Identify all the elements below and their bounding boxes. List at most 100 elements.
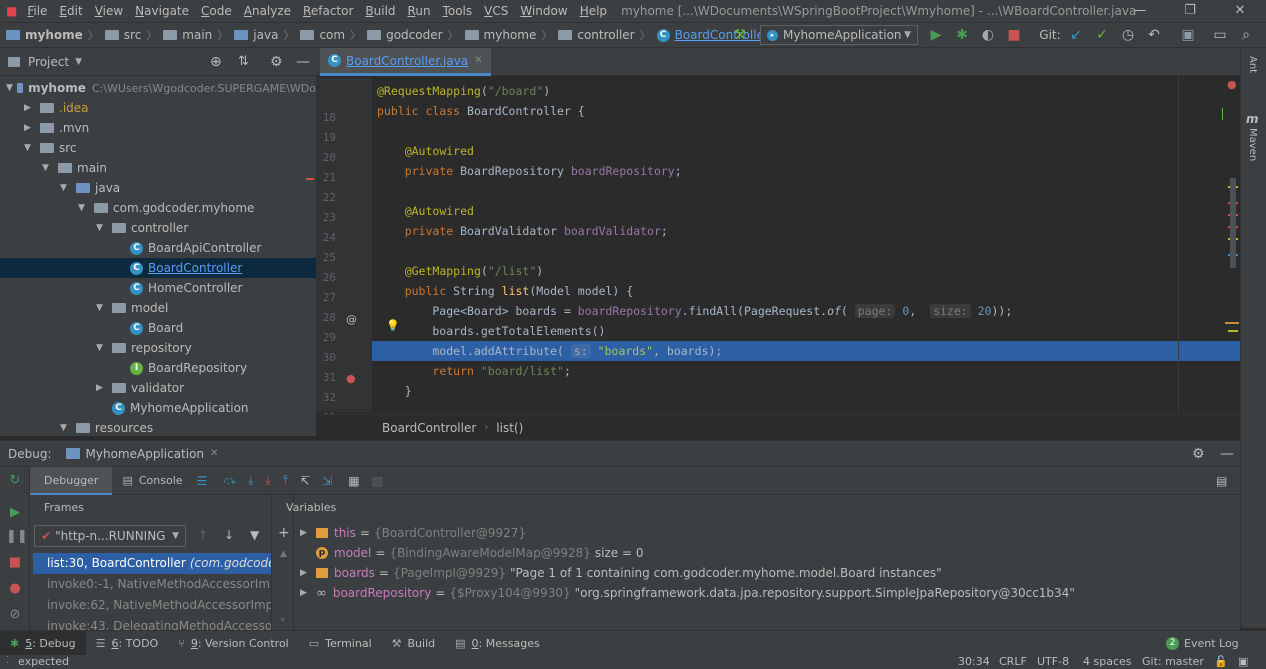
search-icon[interactable]: ⌕: [1236, 25, 1256, 45]
step-into-icon[interactable]: ⤓: [248, 473, 253, 488]
evaluate-expression-icon[interactable]: ▦: [348, 474, 359, 488]
variable-row[interactable]: ▶ boards = {PageImpl@9929} "Page 1 of 1 cont…: [300, 563, 942, 583]
code-line[interactable]: @Autowired: [377, 201, 474, 221]
maven-tool[interactable]: Maven: [1247, 128, 1258, 161]
collapsed-arrow-icon[interactable]: ▶: [96, 383, 108, 393]
hide-panel-icon[interactable]: —: [1220, 446, 1234, 462]
git-commit-icon[interactable]: ✓: [1092, 25, 1112, 45]
code-line[interactable]: Page<Board> boards = boardRepository.fin…: [377, 301, 1012, 321]
tool-window-button[interactable]: ✱ 5: Debug: [0, 630, 86, 656]
tree-node[interactable]: ▶ .mvn: [0, 118, 316, 138]
step-over-icon[interactable]: ⤼: [223, 473, 236, 488]
rerun-icon[interactable]: ↻: [6, 473, 24, 488]
collapsed-arrow-icon[interactable]: ▶: [24, 103, 36, 113]
tree-node[interactable]: C BoardApiController: [0, 238, 316, 258]
code-line[interactable]: model.addAttribute( s: "boards", boards)…: [377, 341, 722, 361]
tree-node[interactable]: ▼ model: [0, 298, 316, 318]
breadcrumb-class[interactable]: BoardController: [382, 421, 476, 435]
build-hammer-icon[interactable]: ⚒: [730, 25, 750, 45]
presentation-icon[interactable]: ▭: [1210, 25, 1230, 45]
menu-vcs[interactable]: VCS: [478, 0, 514, 22]
error-stripe[interactable]: ●: [1222, 78, 1240, 368]
tree-node[interactable]: ▼ repository: [0, 338, 316, 358]
lock-icon[interactable]: 🔓: [1214, 655, 1228, 668]
git-update-icon[interactable]: ↙: [1066, 25, 1086, 45]
expanded-arrow-icon[interactable]: ▼: [24, 143, 36, 153]
menu-file[interactable]: File: [21, 0, 53, 22]
thread-select[interactable]: ✔ "http-n...RUNNING ▼: [34, 525, 186, 547]
expand-arrow-icon[interactable]: ▶: [300, 528, 316, 538]
coverage-icon[interactable]: ◐: [978, 25, 998, 45]
tree-node[interactable]: C Board: [0, 318, 316, 338]
code-line[interactable]: }: [377, 381, 412, 401]
tree-node[interactable]: C HomeController: [0, 278, 316, 298]
filter-icon[interactable]: ▼: [250, 528, 259, 542]
expand-arrow-icon[interactable]: ▶: [300, 588, 316, 598]
breadcrumb-item[interactable]: java 〉: [228, 27, 294, 43]
breadcrumb-item[interactable]: godcoder 〉: [361, 27, 459, 43]
code-line[interactable]: @GetMapping("/list"): [377, 261, 544, 281]
menu-navigate[interactable]: Navigate: [129, 0, 195, 22]
status-icon[interactable]: ⁚: [6, 655, 9, 666]
stack-frame[interactable]: list:30, BoardController(com.godcoder.m: [33, 553, 271, 574]
breadcrumb-item[interactable]: myhome 〉: [459, 27, 552, 43]
collapse-icon[interactable]: ⇅: [238, 54, 249, 69]
line-separator[interactable]: CRLF: [999, 655, 1027, 668]
tree-node[interactable]: I BoardRepository: [0, 358, 316, 378]
expanded-arrow-icon[interactable]: ▼: [78, 203, 90, 213]
menu-build[interactable]: Build: [359, 0, 401, 22]
menu-help[interactable]: Help: [574, 0, 613, 22]
code-line[interactable]: public String list(Model model) {: [377, 281, 634, 301]
run-icon[interactable]: ▶: [926, 25, 946, 45]
tree-node[interactable]: ▼ com.godcoder.myhome: [0, 198, 316, 218]
code-line[interactable]: return "board/list";: [377, 361, 571, 381]
expanded-arrow-icon[interactable]: ▼: [96, 303, 108, 313]
pause-icon[interactable]: ❚❚: [6, 529, 28, 544]
tree-node[interactable]: C BoardController: [0, 258, 316, 278]
view-breakpoints-icon[interactable]: ●: [6, 581, 24, 596]
expanded-arrow-icon[interactable]: ▼: [6, 83, 13, 93]
caret-position[interactable]: 30:34: [958, 655, 990, 668]
expanded-arrow-icon[interactable]: ▼: [60, 183, 72, 193]
breadcrumb-item[interactable]: controller 〉: [552, 27, 651, 43]
tab-board-controller[interactable]: C BoardController.java ✕: [320, 48, 491, 76]
tree-node[interactable]: C MyhomeApplication: [0, 398, 316, 418]
run-to-cursor-icon[interactable]: ⇲: [322, 474, 332, 488]
close-session-icon[interactable]: ✕: [210, 448, 218, 459]
step-out-icon[interactable]: ⤒: [283, 473, 288, 488]
expand-icon[interactable]: »: [280, 615, 286, 625]
menu-code[interactable]: Code: [195, 0, 238, 22]
tree-node[interactable]: ▼ resources: [0, 418, 316, 438]
git-branch[interactable]: Git: master: [1142, 655, 1204, 668]
implemented-icon[interactable]: @: [346, 313, 357, 326]
intention-bulb-icon[interactable]: 💡: [386, 319, 400, 332]
new-watch-icon[interactable]: +: [278, 525, 290, 541]
expanded-arrow-icon[interactable]: ▼: [42, 163, 54, 173]
force-step-into-icon[interactable]: ⤓: [265, 473, 270, 488]
code-line[interactable]: @RequestMapping("/board"): [377, 81, 550, 101]
code-line[interactable]: public class BoardController {: [377, 101, 585, 121]
app-logo-icon[interactable]: ■: [0, 0, 21, 22]
tree-node[interactable]: ▼ myhome C:\WUsers\Wgodcoder.SUPERGAME\WDo: [0, 78, 316, 98]
mute-breakpoints-icon[interactable]: ⊘: [6, 607, 24, 622]
stack-frame[interactable]: invoke0:-1, NativeMethodAccessorImpl(j: [33, 574, 271, 595]
menu-refactor[interactable]: Refactor: [297, 0, 359, 22]
stop-icon[interactable]: ■: [6, 555, 24, 570]
code-line[interactable]: @Autowired: [377, 141, 474, 161]
menu-edit[interactable]: Edit: [53, 0, 88, 22]
collapsed-arrow-icon[interactable]: ▶: [24, 123, 36, 133]
previous-frame-icon[interactable]: ↑: [198, 528, 208, 542]
breadcrumb-method[interactable]: list(): [496, 421, 523, 435]
error-indicator-icon[interactable]: ●: [1227, 78, 1237, 91]
breadcrumb-item[interactable]: src 〉: [99, 27, 157, 43]
breadcrumb-item[interactable]: myhome 〉: [0, 27, 99, 43]
menu-tools[interactable]: Tools: [437, 0, 479, 22]
debug-session-tab[interactable]: MyhomeApplication: [86, 447, 205, 461]
menu-view[interactable]: View: [89, 0, 129, 22]
breakpoint-icon[interactable]: ●: [346, 372, 356, 385]
tree-node[interactable]: ▼ src: [0, 138, 316, 158]
chevron-down-icon[interactable]: ▼: [75, 57, 82, 67]
settings-gear-icon[interactable]: ⚙: [270, 54, 283, 70]
project-view-select[interactable]: Project: [28, 55, 69, 69]
editor-scrollbar-thumb[interactable]: [1230, 178, 1236, 268]
